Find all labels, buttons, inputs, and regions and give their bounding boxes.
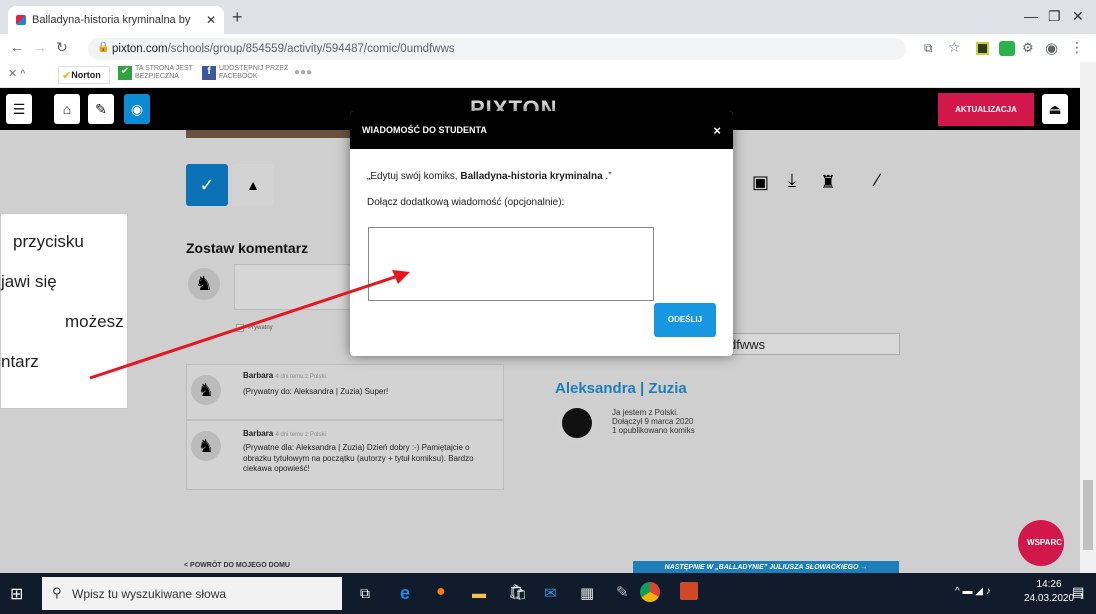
search-placeholder: Wpisz tu wyszukiwane słowa [72, 586, 227, 601]
comment-meta: 4 dni temu z Polski [275, 374, 326, 380]
share-facebook-button[interactable]: UDOSTĘPNIJ PRZEZ FACEBOOK [219, 65, 288, 81]
extension-icon[interactable] [976, 42, 989, 55]
tab-close-icon[interactable]: ✕ [206, 13, 216, 27]
paint-icon[interactable]: ✎ [616, 583, 629, 601]
annotation-line: ntarz [1, 352, 39, 371]
message-dialog: WIADOMOŚĆ DO STUDENTA × „Edytuj swój kom… [350, 111, 733, 356]
url-field[interactable]: 🔒 pixton.com/schools/group/854559/activi… [88, 38, 906, 60]
lock-icon: 🔒 [97, 42, 110, 53]
warning-triangle-button[interactable]: ▲ [232, 164, 274, 206]
annotation-line: możesz [65, 312, 124, 331]
dialog-title: WIADOMOŚĆ DO STUDENTA [362, 125, 487, 135]
notification-count: 1 [1080, 594, 1084, 601]
private-checkbox[interactable] [236, 324, 244, 332]
firefox-icon[interactable]: ● [436, 583, 446, 601]
list-item: ♞ Barbara 4 dni temu z Polski (Prywatny … [186, 364, 504, 420]
avatar: ♞ [191, 431, 221, 461]
dialog-header: WIADOMOŚĆ DO STUDENTA × [350, 111, 733, 149]
pen-icon[interactable]: ∕ [876, 170, 879, 191]
dialog-close-icon[interactable]: × [713, 123, 721, 138]
url-path: /schools/group/854559/activity/594487/co… [167, 43, 455, 55]
forward-icon[interactable]: → [33, 39, 47, 55]
eject-icon[interactable]: ⏏ [1042, 94, 1068, 124]
leave-comment-heading: Zostaw komentarz [186, 240, 309, 256]
message-textarea[interactable] [368, 227, 654, 301]
comment-text: (Prywatne dla: Aleksandra | Zuzia) Dzień… [243, 443, 474, 473]
url-domain: pixton.com [112, 43, 168, 55]
dialog-message: „Edytuj swój komiks, Balladyna-historia … [367, 171, 612, 182]
approve-check-button[interactable]: ✓ [186, 164, 228, 206]
norton-label: Norton [71, 70, 101, 80]
send-button[interactable]: ODEŚLIJ [654, 303, 716, 337]
hamburger-icon[interactable]: ☰ [6, 94, 32, 124]
annotation-box: przycisku jawi się możesz ntarz [0, 213, 128, 409]
translate-icon[interactable]: ⧉ [924, 41, 933, 56]
avatar: ♞ [188, 268, 220, 300]
home-icon[interactable]: ⌂ [54, 94, 80, 124]
task-view-icon[interactable]: ⧉ [360, 585, 370, 602]
chrome-icon[interactable] [640, 582, 660, 602]
check-icon: ✔ [62, 69, 72, 82]
norton-button[interactable]: ✔ Norton [58, 66, 110, 84]
comment-author: Barbara [243, 371, 274, 380]
tray-icons[interactable]: ^ ▬ ◢ ♪ [955, 586, 991, 597]
back-home-link[interactable]: < POWRÓT DO MOJEGO DOMU [184, 562, 290, 569]
eye-icon[interactable]: ◉ [124, 94, 150, 124]
more-icon[interactable]: ●●● [294, 67, 312, 78]
taskbar-search[interactable]: ⚲ Wpisz tu wyszukiwane słowa [42, 577, 342, 610]
annotation-line: jawi się [1, 272, 57, 291]
file-explorer-icon[interactable]: ▬ [472, 585, 486, 601]
edit-pencil-icon[interactable]: ✎ [88, 94, 114, 124]
private-label: Prywatny [248, 325, 273, 331]
comment-input[interactable] [234, 264, 354, 310]
author-name[interactable]: Aleksandra | Zuzia [555, 380, 687, 397]
new-tab-button[interactable]: + [232, 7, 243, 28]
avatar [558, 404, 596, 442]
restore-icon[interactable]: ❐ [1048, 8, 1061, 25]
edge-icon[interactable]: e [400, 583, 410, 604]
office-icon[interactable] [680, 582, 698, 600]
reload-icon[interactable]: ↻ [56, 39, 68, 56]
tshirt-icon[interactable]: ♜ [820, 172, 836, 193]
browser-tab[interactable]: Balladyna-historia kryminalna by ✕ [8, 6, 224, 34]
comic-preview-strip [186, 130, 354, 138]
search-icon: ⚲ [52, 585, 62, 600]
notes-icon[interactable]: ▦ [580, 584, 594, 602]
support-button[interactable]: WSPARC [1018, 520, 1064, 566]
mail-icon[interactable]: ✉ [544, 584, 557, 602]
author-info: Ja jestem z Polski. Dołączył 9 marca 2020… [612, 408, 695, 435]
windows-start-icon[interactable]: ⊞ [10, 584, 23, 604]
avatar: ♞ [191, 375, 221, 405]
update-button[interactable]: AKTUALIZACJA [938, 93, 1034, 126]
download-icon[interactable]: ⤓ [788, 170, 796, 191]
profile-icon[interactable]: ◉ [1045, 39, 1058, 57]
norton-ext-icon[interactable] [999, 41, 1015, 56]
close-toolbar-icon[interactable]: ✕ ^ [8, 67, 25, 80]
pixton-favicon-icon [16, 15, 26, 25]
dialog-extra-label: Dołącz dodatkową wiadomość (opcjonalnie)… [367, 197, 565, 208]
back-icon[interactable]: ← [10, 39, 24, 55]
safe-check-icon: ✔ [118, 66, 132, 80]
comment-author: Barbara [243, 429, 274, 438]
list-item: ♞ Barbara 4 dni temu z Polski (Prywatne … [186, 420, 504, 490]
annotation-line: przycisku [13, 232, 84, 251]
tab-title: Balladyna-historia kryminalna by [32, 14, 191, 26]
print-icon[interactable]: ▣ [752, 172, 769, 193]
comment-text: (Prywatny do: Aleksandra | Zuzia) Super! [243, 387, 389, 396]
comic-url-field[interactable]: dfwws [716, 333, 900, 355]
bookmark-star-icon[interactable]: ☆ [948, 39, 961, 56]
comment-meta: 4 dni temu z Polski [275, 432, 326, 438]
facebook-icon[interactable]: f [202, 66, 216, 80]
close-window-icon[interactable]: ✕ [1072, 8, 1084, 25]
clock[interactable]: 14:26 24.03.2020 [1024, 578, 1074, 606]
store-icon[interactable]: 🛍 [508, 583, 527, 601]
scrollbar-thumb[interactable] [1083, 480, 1093, 550]
minimize-icon[interactable]: — [1024, 8, 1038, 24]
extension-puzzle-icon[interactable]: ⚙ [1022, 40, 1034, 56]
menu-icon[interactable]: ⋮ [1070, 39, 1084, 56]
safe-site-label: TA STRONA JEST BEZPIECZNA [135, 65, 193, 80]
